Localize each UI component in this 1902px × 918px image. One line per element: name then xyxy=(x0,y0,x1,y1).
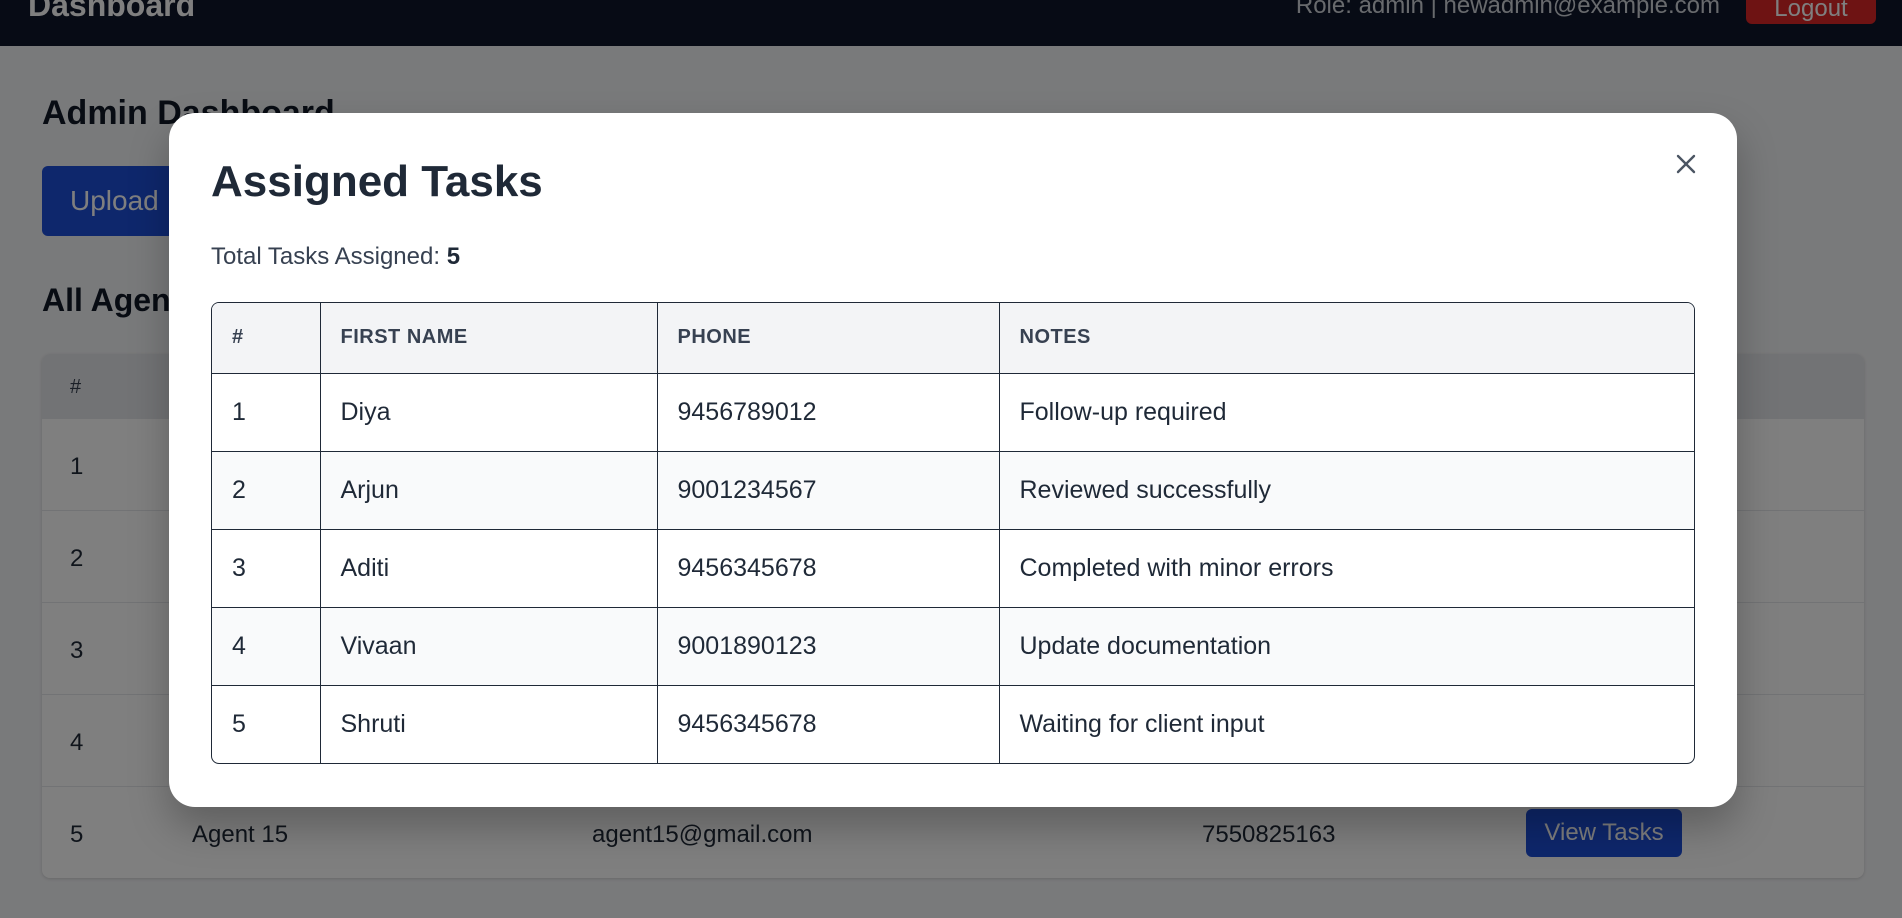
table-row: 1 Diya 9456789012 Follow-up required xyxy=(212,373,1694,452)
total-tasks-count: 5 xyxy=(446,243,461,270)
task-first-name: Aditi xyxy=(320,529,658,608)
task-phone: 9456345678 xyxy=(657,529,1000,608)
task-first-name: Arjun xyxy=(320,451,658,530)
column-header-notes: NOTES xyxy=(999,303,1694,374)
task-index: 2 xyxy=(212,451,321,530)
task-notes: Update documentation xyxy=(999,607,1694,686)
close-button[interactable] xyxy=(1671,149,1701,179)
task-notes: Reviewed successfully xyxy=(999,451,1694,530)
table-row: 5 Shruti 9456345678 Waiting for client i… xyxy=(212,685,1694,763)
tasks-table: # FIRST NAME PHONE NOTES 1 Diya 94567890… xyxy=(211,302,1695,764)
task-first-name: Shruti xyxy=(320,685,658,763)
task-index: 1 xyxy=(212,373,321,452)
column-header-index: # xyxy=(212,303,321,374)
task-phone: 9001234567 xyxy=(657,451,1000,530)
task-index: 4 xyxy=(212,607,321,686)
total-tasks-summary: Total Tasks Assigned: 5 xyxy=(211,243,460,271)
modal-title: Assigned Tasks xyxy=(211,157,543,206)
task-phone: 9001890123 xyxy=(657,607,1000,686)
total-tasks-label: Total Tasks Assigned: xyxy=(211,243,441,270)
tasks-table-header-row: # FIRST NAME PHONE NOTES xyxy=(212,303,1694,374)
column-header-first-name: FIRST NAME xyxy=(320,303,658,374)
task-notes: Follow-up required xyxy=(999,373,1694,452)
task-phone: 9456789012 xyxy=(657,373,1000,452)
task-first-name: Vivaan xyxy=(320,607,658,686)
task-index: 5 xyxy=(212,685,321,763)
close-icon xyxy=(1671,149,1701,179)
task-phone: 9456345678 xyxy=(657,685,1000,763)
assigned-tasks-modal: Assigned Tasks Total Tasks Assigned: 5 #… xyxy=(169,113,1737,807)
task-notes: Completed with minor errors xyxy=(999,529,1694,608)
table-row: 2 Arjun 9001234567 Reviewed successfully xyxy=(212,451,1694,530)
table-row: 4 Vivaan 9001890123 Update documentation xyxy=(212,607,1694,686)
task-index: 3 xyxy=(212,529,321,608)
column-header-phone: PHONE xyxy=(657,303,1000,374)
table-row: 3 Aditi 9456345678 Completed with minor … xyxy=(212,529,1694,608)
task-first-name: Diya xyxy=(320,373,658,452)
task-notes: Waiting for client input xyxy=(1019,709,1265,738)
